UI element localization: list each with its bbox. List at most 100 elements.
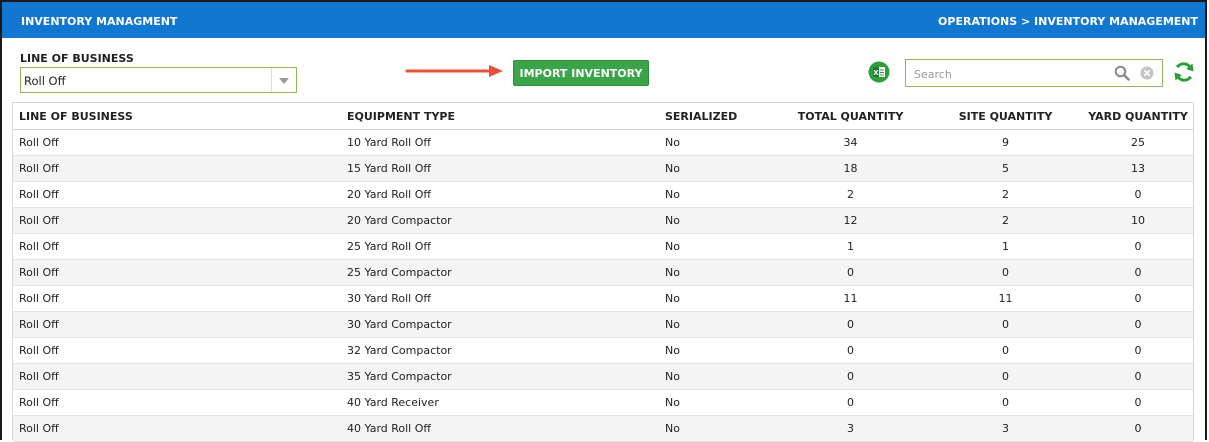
- cell-serialized: No: [665, 155, 773, 182]
- cell-equipment-type: 40 Yard Receiver: [347, 389, 665, 416]
- svg-text:X: X: [873, 69, 879, 77]
- line-of-business-dropdown[interactable]: Roll Off: [20, 67, 297, 93]
- column-header-site-quantity[interactable]: SITE QUANTITY: [928, 103, 1083, 130]
- cell-total-quantity: 3: [773, 415, 928, 442]
- cell-yard-quantity: 0: [1083, 415, 1193, 442]
- table-row[interactable]: Roll Off 25 Yard Compactor No 0 0 0: [13, 259, 1193, 286]
- cell-total-quantity: 1: [773, 233, 928, 260]
- table-row[interactable]: Roll Off 25 Yard Roll Off No 1 1 0: [13, 233, 1193, 260]
- search-icon[interactable]: [1114, 65, 1130, 81]
- cell-equipment-type: 20 Yard Roll Off: [347, 181, 665, 208]
- cell-equipment-type: 15 Yard Roll Off: [347, 155, 665, 182]
- cell-site-quantity: 3: [928, 415, 1083, 442]
- cell-serialized: No: [665, 259, 773, 286]
- cell-site-quantity: 0: [928, 259, 1083, 286]
- cell-line-of-business: Roll Off: [13, 129, 347, 156]
- cell-serialized: No: [665, 363, 773, 390]
- arrow-right-icon: [405, 65, 503, 77]
- table-row[interactable]: Roll Off 20 Yard Compactor No 12 2 10: [13, 207, 1193, 234]
- cell-site-quantity: 11: [928, 285, 1083, 312]
- cell-line-of-business: Roll Off: [13, 363, 347, 390]
- cell-total-quantity: 0: [773, 363, 928, 390]
- cell-line-of-business: Roll Off: [13, 337, 347, 364]
- table-row[interactable]: Roll Off 40 Yard Roll Off No 3 3 0: [13, 415, 1193, 442]
- line-of-business-label: LINE OF BUSINESS: [20, 52, 134, 65]
- column-header-yard-quantity[interactable]: YARD QUANTITY: [1083, 103, 1193, 130]
- cell-yard-quantity: 25: [1083, 129, 1193, 156]
- table-row[interactable]: Roll Off 20 Yard Roll Off No 2 2 0: [13, 181, 1193, 208]
- cell-line-of-business: Roll Off: [13, 181, 347, 208]
- cell-yard-quantity: 0: [1083, 337, 1193, 364]
- excel-export-icon[interactable]: X: [868, 61, 890, 83]
- cell-yard-quantity: 0: [1083, 259, 1193, 286]
- breadcrumb[interactable]: OPERATIONS > INVENTORY MANAGEMENT: [938, 15, 1198, 28]
- cell-site-quantity: 2: [928, 181, 1083, 208]
- dropdown-divider: [271, 68, 272, 92]
- cell-total-quantity: 0: [773, 259, 928, 286]
- column-header-total-quantity[interactable]: TOTAL QUANTITY: [773, 103, 928, 130]
- cell-line-of-business: Roll Off: [13, 233, 347, 260]
- column-header-line-of-business[interactable]: LINE OF BUSINESS: [13, 103, 347, 130]
- column-header-serialized[interactable]: SERIALIZED: [665, 103, 773, 130]
- cell-line-of-business: Roll Off: [13, 415, 347, 442]
- cell-equipment-type: 30 Yard Compactor: [347, 311, 665, 338]
- cell-line-of-business: Roll Off: [13, 311, 347, 338]
- clear-icon[interactable]: [1140, 66, 1154, 80]
- cell-site-quantity: 0: [928, 311, 1083, 338]
- import-inventory-button[interactable]: IMPORT INVENTORY: [513, 60, 649, 86]
- cell-total-quantity: 18: [773, 155, 928, 182]
- cell-site-quantity: 5: [928, 155, 1083, 182]
- cell-line-of-business: Roll Off: [13, 207, 347, 234]
- cell-total-quantity: 2: [773, 181, 928, 208]
- cell-equipment-type: 30 Yard Roll Off: [347, 285, 665, 312]
- inventory-table: LINE OF BUSINESS EQUIPMENT TYPE SERIALIZ…: [13, 103, 1193, 442]
- cell-yard-quantity: 10: [1083, 207, 1193, 234]
- cell-site-quantity: 0: [928, 337, 1083, 364]
- refresh-icon[interactable]: [1172, 60, 1196, 84]
- inventory-table-container: LINE OF BUSINESS EQUIPMENT TYPE SERIALIZ…: [12, 102, 1194, 442]
- search-input[interactable]: [912, 64, 1106, 84]
- cell-serialized: No: [665, 207, 773, 234]
- cell-total-quantity: 12: [773, 207, 928, 234]
- cell-line-of-business: Roll Off: [13, 285, 347, 312]
- cell-serialized: No: [665, 389, 773, 416]
- table-row[interactable]: Roll Off 32 Yard Compactor No 0 0 0: [13, 337, 1193, 364]
- column-header-equipment-type[interactable]: EQUIPMENT TYPE: [347, 103, 665, 130]
- table-row[interactable]: Roll Off 30 Yard Compactor No 0 0 0: [13, 311, 1193, 338]
- cell-serialized: No: [665, 415, 773, 442]
- cell-serialized: No: [665, 285, 773, 312]
- cell-site-quantity: 2: [928, 207, 1083, 234]
- cell-equipment-type: 20 Yard Compactor: [347, 207, 665, 234]
- search-box[interactable]: [905, 59, 1163, 87]
- table-row[interactable]: Roll Off 40 Yard Receiver No 0 0 0: [13, 389, 1193, 416]
- line-of-business-value: Roll Off: [24, 74, 66, 88]
- cell-yard-quantity: 13: [1083, 155, 1193, 182]
- cell-serialized: No: [665, 181, 773, 208]
- table-row[interactable]: Roll Off 30 Yard Roll Off No 11 11 0: [13, 285, 1193, 312]
- chevron-down-icon[interactable]: [279, 78, 289, 84]
- cell-equipment-type: 35 Yard Compactor: [347, 363, 665, 390]
- table-row[interactable]: Roll Off 15 Yard Roll Off No 18 5 13: [13, 155, 1193, 182]
- cell-line-of-business: Roll Off: [13, 389, 347, 416]
- cell-yard-quantity: 0: [1083, 233, 1193, 260]
- cell-total-quantity: 0: [773, 311, 928, 338]
- cell-serialized: No: [665, 233, 773, 260]
- cell-total-quantity: 0: [773, 337, 928, 364]
- cell-line-of-business: Roll Off: [13, 155, 347, 182]
- cell-yard-quantity: 0: [1083, 285, 1193, 312]
- cell-yard-quantity: 0: [1083, 311, 1193, 338]
- page-title: INVENTORY MANAGMENT: [21, 15, 178, 28]
- table-row[interactable]: Roll Off 35 Yard Compactor No 0 0 0: [13, 363, 1193, 390]
- cell-yard-quantity: 0: [1083, 363, 1193, 390]
- cell-site-quantity: 0: [928, 389, 1083, 416]
- cell-line-of-business: Roll Off: [13, 259, 347, 286]
- cell-serialized: No: [665, 337, 773, 364]
- cell-serialized: No: [665, 311, 773, 338]
- cell-equipment-type: 25 Yard Compactor: [347, 259, 665, 286]
- cell-total-quantity: 0: [773, 389, 928, 416]
- table-row[interactable]: Roll Off 10 Yard Roll Off No 34 9 25: [13, 129, 1193, 156]
- cell-site-quantity: 9: [928, 129, 1083, 156]
- cell-serialized: No: [665, 129, 773, 156]
- cell-total-quantity: 11: [773, 285, 928, 312]
- cell-yard-quantity: 0: [1083, 389, 1193, 416]
